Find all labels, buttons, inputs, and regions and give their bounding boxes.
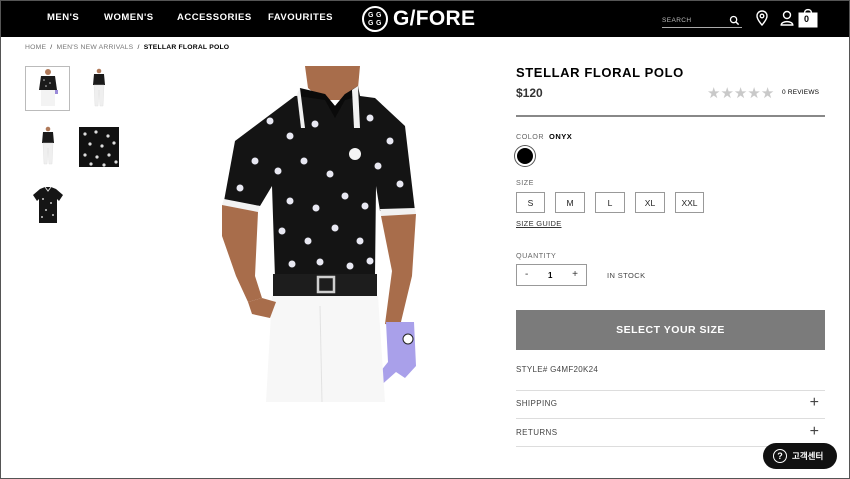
search-box [662, 14, 742, 28]
model-full-thumbnail-image [92, 68, 105, 106]
plus-icon: + [809, 394, 819, 411]
returns-label: RETURNS [516, 427, 558, 437]
color-label: COLOR [516, 132, 545, 141]
breadcrumb-current: STELLAR FLORAL POLO [143, 44, 230, 51]
gfore-logo[interactable]: G G G G G/FORE [362, 6, 475, 32]
select-your-size-button[interactable]: SELECT YOUR SIZE [516, 310, 825, 350]
account-icon[interactable] [780, 10, 794, 26]
product-title: STELLAR FLORAL POLO [516, 65, 684, 80]
logo-text: G/FORE [393, 7, 476, 30]
returns-accordion[interactable]: RETURNS + [516, 419, 825, 445]
rating-stars[interactable]: ★ ★ ★ ★ ★ [707, 86, 774, 101]
chat-label: 고객센터 [792, 452, 824, 462]
thumbnail-4[interactable] [76, 124, 121, 169]
divider [516, 115, 825, 117]
top-nav-bar: MEN'S WOMEN'S ACCESSORIES FAVOURITES G G… [0, 0, 850, 37]
style-number: STYLE# G4MF20K24 [516, 365, 599, 374]
quantity-value[interactable]: 1 [548, 271, 552, 280]
thumbnail-1[interactable] [25, 66, 70, 111]
star-icon: ★ [760, 85, 775, 102]
reviews-link[interactable]: 0 REVIEWS [782, 89, 819, 96]
model-side-thumbnail-image [41, 126, 54, 164]
quantity-decrease-button[interactable]: - [525, 270, 528, 280]
nav-mens[interactable]: MEN'S [47, 12, 79, 23]
nav-womens[interactable]: WOMEN'S [104, 12, 154, 23]
breadcrumb-home[interactable]: HOME [25, 44, 46, 51]
size-guide-link[interactable]: SIZE GUIDE [516, 219, 562, 228]
cart-count: 0 [804, 14, 810, 24]
model-front-thumbnail-image [38, 68, 58, 106]
breadcrumb-separator: / [137, 44, 140, 51]
store-locator-icon[interactable] [756, 10, 768, 26]
shipping-accordion[interactable]: SHIPPING + [516, 390, 825, 416]
star-icon: ★ [747, 85, 761, 102]
color-value: ONYX [549, 132, 573, 141]
search-icon[interactable] [729, 15, 740, 26]
breadcrumb: HOME / MEN'S NEW ARRIVALS / STELLAR FLOR… [25, 44, 229, 51]
plus-icon: + [809, 423, 819, 440]
size-button-l[interactable]: L [595, 192, 625, 213]
fabric-detail-thumbnail-image [78, 126, 119, 167]
quantity-stepper: - 1 + [516, 264, 587, 286]
thumbnail-5[interactable] [25, 182, 70, 227]
customer-service-chat-button[interactable]: ? 고객센터 [763, 443, 837, 469]
quantity-label: QUANTITY [516, 251, 557, 260]
quantity-increase-button[interactable]: + [572, 270, 578, 280]
nav-accessories[interactable]: ACCESSORIES [177, 12, 252, 23]
size-button-m[interactable]: M [555, 192, 585, 213]
size-button-xl[interactable]: XL [635, 192, 665, 213]
thumbnail-3[interactable] [25, 124, 70, 169]
thumbnail-2[interactable] [76, 66, 121, 111]
polo-flat-thumbnail-image [32, 186, 63, 223]
stock-status: IN STOCK [607, 271, 646, 280]
search-input[interactable] [662, 14, 726, 27]
size-label: SIZE [516, 178, 534, 187]
question-icon: ? [773, 449, 787, 463]
product-main-image[interactable] [200, 66, 440, 402]
star-icon: ★ [707, 85, 721, 102]
breadcrumb-category[interactable]: MEN'S NEW ARRIVALS [56, 44, 133, 51]
product-price: $120 [516, 86, 543, 100]
gfore-monogram-icon: G G G G [362, 6, 388, 32]
color-swatch-onyx[interactable] [515, 146, 535, 166]
star-icon: ★ [733, 85, 748, 102]
nav-favourites[interactable]: FAVOURITES [268, 12, 333, 23]
breadcrumb-separator: / [50, 44, 53, 51]
shipping-label: SHIPPING [516, 398, 558, 408]
size-button-xxl[interactable]: XXL [675, 192, 704, 213]
size-button-s[interactable]: S [516, 192, 545, 213]
star-icon: ★ [720, 85, 734, 102]
